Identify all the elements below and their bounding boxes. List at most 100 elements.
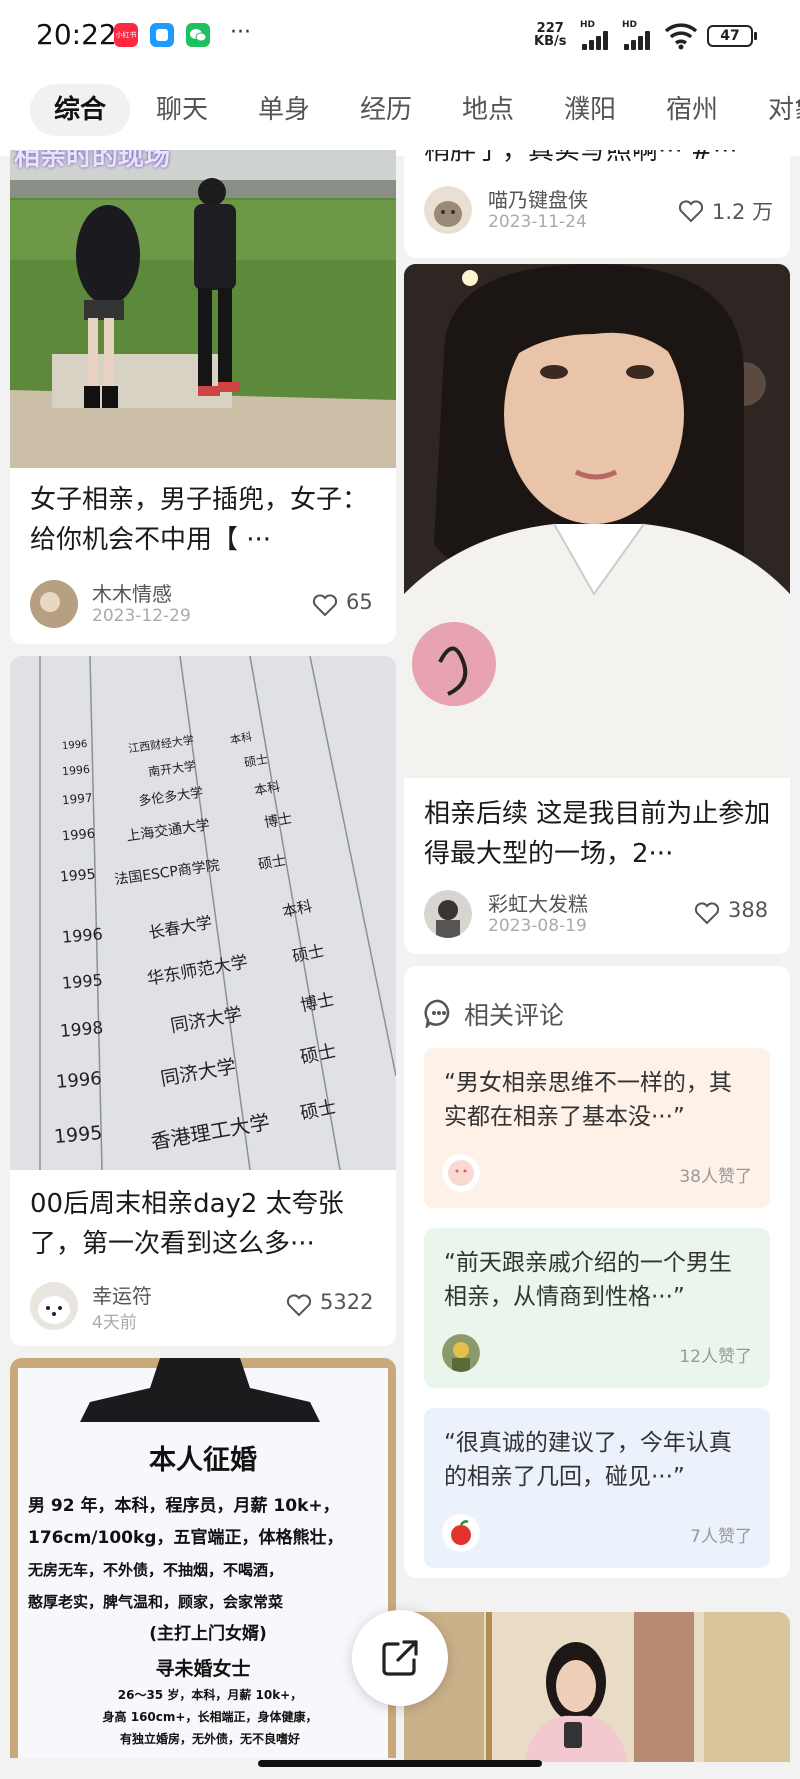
share-button[interactable] (352, 1610, 448, 1706)
table-cell-degree: 博士 (262, 810, 294, 832)
wechat-icon (186, 23, 210, 47)
post-title[interactable]: 相亲后续 这是我目前为止参加得最大型的一场，2··· (424, 794, 772, 874)
table-cell-degree: 本科 (253, 779, 282, 800)
tab-chat[interactable]: 聊天 (156, 84, 208, 136)
table-rows: 1995 香港理工大学 硕士 1996 同济大学 硕士 1998 同济大学 博士… (10, 656, 396, 1170)
poster-line: 26～35 岁，本科，月薪 10k+， (117, 1688, 303, 1702)
author-avatar[interactable] (30, 580, 78, 628)
poster-body: 男 92 年，本科，程序员，月薪 10k+， 176cm/100kg，五官端正，… (28, 1490, 388, 1650)
network-speed: 227 KB/s (534, 22, 566, 48)
tab-location[interactable]: 地点 (462, 84, 514, 136)
table-cell-year: 1998 (59, 1018, 105, 1042)
home-indicator[interactable] (258, 1760, 542, 1767)
image-overlay-text: 相亲时的现场 (14, 150, 171, 172)
table-cell-school: 香港理工大学 (149, 1109, 272, 1155)
signal-hd-label: HD (580, 20, 596, 30)
comment-item[interactable]: “男女相亲思维不一样的，其实都在相亲了基本没···” 38人赞了 (424, 1048, 770, 1208)
wifi-icon (664, 23, 698, 50)
battery-icon: 47 (707, 25, 757, 47)
post-image[interactable]: 本人征婚 男 92 年，本科，程序员，月薪 10k+， 176cm/100kg，… (10, 1358, 396, 1758)
feed-card[interactable]: 相亲时的现场 女子相亲，男子插兜，女子：给你机会不中用【 ··· 木木情感 20… (10, 150, 396, 644)
comment-like-count: 38人赞了 (679, 1167, 752, 1187)
feed-card[interactable]: 相亲后续 这是我目前为止参加得最大型的一场，2··· 彩虹大发糕 2023-08… (404, 264, 790, 954)
table-cell-year: 1997 (61, 790, 94, 808)
poster-subtitle: 寻未婚女士 (155, 1658, 251, 1680)
heart-icon[interactable] (312, 593, 338, 617)
clipboard-clip (80, 1358, 320, 1422)
poster-body-2: 26～35 岁，本科，月薪 10k+， 身高 160cm+，长相端正，身体健康，… (40, 1684, 380, 1750)
post-image[interactable] (404, 264, 790, 778)
table-cell-school: 长春大学 (147, 912, 214, 943)
post-date: 2023-08-19 (488, 916, 587, 936)
commenter-avatar[interactable] (442, 1334, 480, 1372)
comment-text[interactable]: “男女相亲思维不一样的，其实都在相亲了基本没···” (444, 1066, 754, 1134)
tab-partner[interactable]: 对象 (768, 84, 800, 136)
like-count: 65 (346, 590, 373, 614)
related-comments-title: 相关评论 (464, 1001, 565, 1030)
author-name[interactable]: 幸运符 (92, 1280, 152, 1309)
author-name[interactable]: 彩虹大发糕 (488, 888, 588, 917)
author-name[interactable]: 木木情感 (92, 578, 172, 607)
comment-item[interactable]: “很真诚的建议了，今年认真的相亲了几回，碰见···” 7人赞了 (424, 1408, 770, 1568)
network-speed-unit: KB/s (534, 34, 567, 49)
table-cell-school: 江西财经大学 (127, 733, 195, 756)
table-cell-degree: 硕士 (256, 852, 288, 874)
share-icon (382, 1640, 418, 1676)
table-cell-year: 1995 (53, 1121, 104, 1149)
post-image[interactable]: 1995 香港理工大学 硕士 1996 同济大学 硕士 1998 同济大学 博士… (10, 656, 396, 1170)
comment-like-count: 7人赞了 (690, 1527, 752, 1547)
post-title[interactable]: 女子相亲，男子插兜，女子：给你机会不中用【 ··· (30, 480, 378, 560)
table-cell-degree: 硕士 (298, 1040, 339, 1069)
table-cell-year: 1995 (61, 970, 104, 993)
tab-suzhou[interactable]: 宿州 (666, 84, 718, 136)
post-date: 2023-11-24 (488, 212, 587, 232)
poster-line: 有独立婚房，无外债，无不良嗜好 (119, 1732, 300, 1746)
comment-like-count: 12人赞了 (679, 1347, 752, 1367)
category-tab-bar: 综合 聊天 单身 经历 地点 濮阳 宿州 对象 (0, 72, 800, 156)
post-image[interactable]: 相亲时的现场 (10, 150, 396, 468)
status-bar: 20:22 小红书 ··· 227 KB/s HD HD 47 (0, 0, 800, 72)
feed-card[interactable]: 稍胖了，真实写照啊··· #··· 喵乃键盘侠 2023-11-24 1.2 万 (404, 150, 790, 258)
table-cell-school: 华东师范大学 (145, 952, 250, 990)
tab-single[interactable]: 单身 (258, 84, 310, 136)
comment-text[interactable]: “前天跟亲戚介绍的一个男生相亲，从情商到性格···” (444, 1246, 754, 1314)
comment-item[interactable]: “前天跟亲戚介绍的一个男生相亲，从情商到性格···” 12人赞了 (424, 1228, 770, 1388)
table-cell-school: 法国ESCP商学院 (113, 857, 221, 889)
table-cell-degree: 硕士 (243, 752, 270, 770)
tab-comprehensive[interactable]: 综合 (30, 84, 131, 136)
more-notifications-icon: ··· (230, 20, 251, 45)
feed-card[interactable]: 本人征婚 男 92 年，本科，程序员，月薪 10k+， 176cm/100kg，… (10, 1358, 396, 1758)
commenter-avatar[interactable] (442, 1154, 480, 1192)
heart-icon[interactable] (286, 1293, 312, 1317)
table-cell-school: 多伦多大学 (137, 785, 205, 810)
feed-card[interactable]: 1995 香港理工大学 硕士 1996 同济大学 硕士 1998 同济大学 博士… (10, 656, 396, 1346)
post-title[interactable]: 00后周末相亲day2 太夸张了，第一次看到这么多··· (30, 1184, 378, 1264)
table-cell-degree: 本科 (229, 730, 254, 747)
author-avatar[interactable] (30, 1282, 78, 1330)
commenter-avatar[interactable] (442, 1514, 480, 1552)
table-cell-degree: 硕士 (298, 1096, 339, 1125)
table-cell-degree: 本科 (280, 897, 314, 921)
post-date: 4天前 (92, 1313, 137, 1333)
author-avatar[interactable] (424, 186, 472, 234)
table-cell-year: 1995 (59, 866, 97, 886)
comment-text[interactable]: “很真诚的建议了，今年认真的相亲了几回，碰见···” (444, 1426, 754, 1494)
message-app-icon (150, 23, 174, 47)
author-name[interactable]: 喵乃键盘侠 (488, 184, 588, 213)
signal-icon-2: HD (622, 20, 656, 50)
table-cell-school: 同济大学 (158, 1055, 238, 1091)
tab-puyang[interactable]: 濮阳 (564, 84, 616, 136)
post-date: 2023-12-29 (92, 606, 191, 626)
poster-line: 憨厚老实，脾气温和，顾家，会家常菜 (28, 1593, 284, 1611)
like-count: 1.2 万 (712, 200, 774, 224)
tab-experience[interactable]: 经历 (360, 84, 412, 136)
post-title[interactable]: 稍胖了，真实写照啊··· #··· (424, 150, 772, 166)
heart-icon[interactable] (678, 199, 704, 223)
post-image[interactable] (404, 1612, 790, 1762)
app-root: 20:22 小红书 ··· 227 KB/s HD HD 47 综合 聊天 单身… (0, 0, 800, 1779)
feed-card[interactable] (404, 1612, 790, 1762)
author-avatar[interactable] (424, 890, 472, 938)
heart-icon[interactable] (694, 901, 720, 925)
table-cell-year: 1996 (61, 924, 104, 947)
table-cell-school: 同济大学 (168, 1003, 244, 1038)
